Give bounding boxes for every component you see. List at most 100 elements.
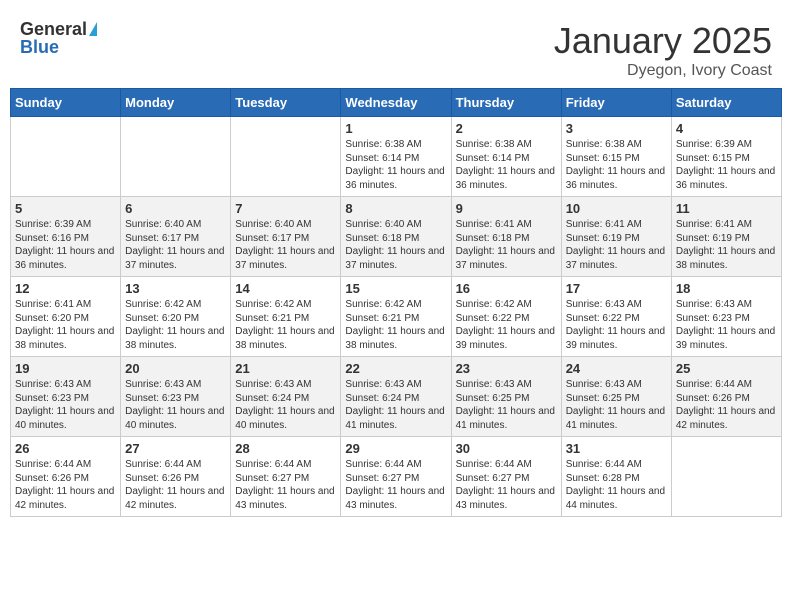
calendar-cell xyxy=(671,437,781,517)
day-info: Sunrise: 6:38 AM Sunset: 6:14 PM Dayligh… xyxy=(345,138,446,192)
day-info: Sunrise: 6:44 AM Sunset: 6:26 PM Dayligh… xyxy=(15,458,116,512)
calendar-cell: 9Sunrise: 6:41 AM Sunset: 6:18 PM Daylig… xyxy=(451,197,561,277)
day-info: Sunrise: 6:43 AM Sunset: 6:23 PM Dayligh… xyxy=(15,378,116,432)
calendar-week-row: 1 Sunrise: 6:38 AM Sunset: 6:14 PM Daylig… xyxy=(11,117,782,197)
day-info: Sunrise: 6:44 AM Sunset: 6:27 PM Dayligh… xyxy=(345,458,446,512)
day-number: 7 xyxy=(235,201,336,216)
weekday-header-sunday: Sunday xyxy=(11,89,121,117)
calendar-title: January 2025 xyxy=(554,20,772,62)
calendar-cell: 14Sunrise: 6:42 AM Sunset: 6:21 PM Dayli… xyxy=(231,277,341,357)
calendar-cell: 18 Sunrise: 6:43 AM Sunset: 6:23 PM Dayli… xyxy=(671,277,781,357)
day-info: Sunrise: 6:39 AM Sunset: 6:15 PM Dayligh… xyxy=(676,138,777,192)
day-number: 27 xyxy=(125,441,226,456)
day-number: 5 xyxy=(15,201,116,216)
day-info: Sunrise: 6:43 AM Sunset: 6:24 PM Dayligh… xyxy=(345,378,446,432)
calendar-cell: 1 Sunrise: 6:38 AM Sunset: 6:14 PM Daylig… xyxy=(341,117,451,197)
day-number: 6 xyxy=(125,201,226,216)
day-number: 22 xyxy=(345,361,446,376)
day-info: Sunrise: 6:44 AM Sunset: 6:27 PM Dayligh… xyxy=(235,458,336,512)
calendar-week-row: 5 Sunrise: 6:39 AM Sunset: 6:16 PM Daylig… xyxy=(11,197,782,277)
day-number: 25 xyxy=(676,361,777,376)
calendar-cell: 8 Sunrise: 6:40 AM Sunset: 6:18 PM Daylig… xyxy=(341,197,451,277)
calendar-cell: 27 Sunrise: 6:44 AM Sunset: 6:26 PM Dayli… xyxy=(121,437,231,517)
calendar-cell: 25Sunrise: 6:44 AM Sunset: 6:26 PM Dayli… xyxy=(671,357,781,437)
day-info: Sunrise: 6:39 AM Sunset: 6:16 PM Dayligh… xyxy=(15,218,116,272)
calendar-cell: 22 Sunrise: 6:43 AM Sunset: 6:24 PM Dayli… xyxy=(341,357,451,437)
day-info: Sunrise: 6:41 AM Sunset: 6:18 PM Dayligh… xyxy=(456,218,557,272)
day-info: Sunrise: 6:44 AM Sunset: 6:26 PM Dayligh… xyxy=(125,458,226,512)
logo-blue-text: Blue xyxy=(20,38,59,56)
day-number: 23 xyxy=(456,361,557,376)
day-number: 20 xyxy=(125,361,226,376)
calendar-cell: 26Sunrise: 6:44 AM Sunset: 6:26 PM Dayli… xyxy=(11,437,121,517)
calendar-week-row: 26Sunrise: 6:44 AM Sunset: 6:26 PM Dayli… xyxy=(11,437,782,517)
calendar-cell: 19 Sunrise: 6:43 AM Sunset: 6:23 PM Dayli… xyxy=(11,357,121,437)
day-info: Sunrise: 6:38 AM Sunset: 6:15 PM Dayligh… xyxy=(566,138,667,192)
title-block: January 2025 Dyegon, Ivory Coast xyxy=(554,20,772,80)
day-info: Sunrise: 6:40 AM Sunset: 6:18 PM Dayligh… xyxy=(345,218,446,272)
day-number: 29 xyxy=(345,441,446,456)
calendar-cell: 30 Sunrise: 6:44 AM Sunset: 6:27 PM Dayli… xyxy=(451,437,561,517)
weekday-header-monday: Monday xyxy=(121,89,231,117)
day-number: 4 xyxy=(676,121,777,136)
calendar-cell: 17 Sunrise: 6:43 AM Sunset: 6:22 PM Dayli… xyxy=(561,277,671,357)
day-number: 16 xyxy=(456,281,557,296)
calendar-cell: 3 Sunrise: 6:38 AM Sunset: 6:15 PM Daylig… xyxy=(561,117,671,197)
day-number: 24 xyxy=(566,361,667,376)
calendar-cell: 20Sunrise: 6:43 AM Sunset: 6:23 PM Dayli… xyxy=(121,357,231,437)
day-info: Sunrise: 6:40 AM Sunset: 6:17 PM Dayligh… xyxy=(125,218,226,272)
calendar-cell: 10Sunrise: 6:41 AM Sunset: 6:19 PM Dayli… xyxy=(561,197,671,277)
day-info: Sunrise: 6:44 AM Sunset: 6:28 PM Dayligh… xyxy=(566,458,667,512)
day-number: 12 xyxy=(15,281,116,296)
calendar-cell xyxy=(231,117,341,197)
calendar-cell: 21Sunrise: 6:43 AM Sunset: 6:24 PM Dayli… xyxy=(231,357,341,437)
day-number: 3 xyxy=(566,121,667,136)
calendar-cell: 15Sunrise: 6:42 AM Sunset: 6:21 PM Dayli… xyxy=(341,277,451,357)
calendar-cell: 2 Sunrise: 6:38 AM Sunset: 6:14 PM Daylig… xyxy=(451,117,561,197)
day-number: 8 xyxy=(345,201,446,216)
day-info: Sunrise: 6:42 AM Sunset: 6:20 PM Dayligh… xyxy=(125,298,226,352)
calendar-cell: 11 Sunrise: 6:41 AM Sunset: 6:19 PM Dayli… xyxy=(671,197,781,277)
weekday-header-saturday: Saturday xyxy=(671,89,781,117)
weekday-header-wednesday: Wednesday xyxy=(341,89,451,117)
calendar-week-row: 12 Sunrise: 6:41 AM Sunset: 6:20 PM Dayli… xyxy=(11,277,782,357)
calendar-cell: 23Sunrise: 6:43 AM Sunset: 6:25 PM Dayli… xyxy=(451,357,561,437)
day-number: 11 xyxy=(676,201,777,216)
calendar-cell: 13 Sunrise: 6:42 AM Sunset: 6:20 PM Dayli… xyxy=(121,277,231,357)
page-header: General Blue January 2025 Dyegon, Ivory … xyxy=(10,10,782,88)
calendar-cell: 7 Sunrise: 6:40 AM Sunset: 6:17 PM Daylig… xyxy=(231,197,341,277)
day-info: Sunrise: 6:43 AM Sunset: 6:22 PM Dayligh… xyxy=(566,298,667,352)
day-number: 13 xyxy=(125,281,226,296)
logo-general-text: General xyxy=(20,20,87,38)
day-number: 28 xyxy=(235,441,336,456)
day-number: 19 xyxy=(15,361,116,376)
day-number: 31 xyxy=(566,441,667,456)
day-info: Sunrise: 6:41 AM Sunset: 6:19 PM Dayligh… xyxy=(676,218,777,272)
day-info: Sunrise: 6:41 AM Sunset: 6:19 PM Dayligh… xyxy=(566,218,667,272)
day-number: 21 xyxy=(235,361,336,376)
day-info: Sunrise: 6:40 AM Sunset: 6:17 PM Dayligh… xyxy=(235,218,336,272)
day-info: Sunrise: 6:43 AM Sunset: 6:23 PM Dayligh… xyxy=(676,298,777,352)
day-number: 1 xyxy=(345,121,446,136)
calendar-cell: 4 Sunrise: 6:39 AM Sunset: 6:15 PM Daylig… xyxy=(671,117,781,197)
day-info: Sunrise: 6:42 AM Sunset: 6:21 PM Dayligh… xyxy=(345,298,446,352)
day-number: 30 xyxy=(456,441,557,456)
day-info: Sunrise: 6:38 AM Sunset: 6:14 PM Dayligh… xyxy=(456,138,557,192)
day-number: 2 xyxy=(456,121,557,136)
day-info: Sunrise: 6:43 AM Sunset: 6:25 PM Dayligh… xyxy=(566,378,667,432)
calendar-cell: 29 Sunrise: 6:44 AM Sunset: 6:27 PM Dayli… xyxy=(341,437,451,517)
weekday-header-friday: Friday xyxy=(561,89,671,117)
calendar-week-row: 19 Sunrise: 6:43 AM Sunset: 6:23 PM Dayli… xyxy=(11,357,782,437)
calendar-cell xyxy=(11,117,121,197)
calendar-location: Dyegon, Ivory Coast xyxy=(554,62,772,80)
logo-icon xyxy=(89,22,97,36)
day-number: 18 xyxy=(676,281,777,296)
day-info: Sunrise: 6:42 AM Sunset: 6:22 PM Dayligh… xyxy=(456,298,557,352)
day-number: 17 xyxy=(566,281,667,296)
day-info: Sunrise: 6:41 AM Sunset: 6:20 PM Dayligh… xyxy=(15,298,116,352)
weekday-header-thursday: Thursday xyxy=(451,89,561,117)
weekday-header-row: SundayMondayTuesdayWednesdayThursdayFrid… xyxy=(11,89,782,117)
calendar-cell xyxy=(121,117,231,197)
day-number: 14 xyxy=(235,281,336,296)
day-info: Sunrise: 6:44 AM Sunset: 6:27 PM Dayligh… xyxy=(456,458,557,512)
